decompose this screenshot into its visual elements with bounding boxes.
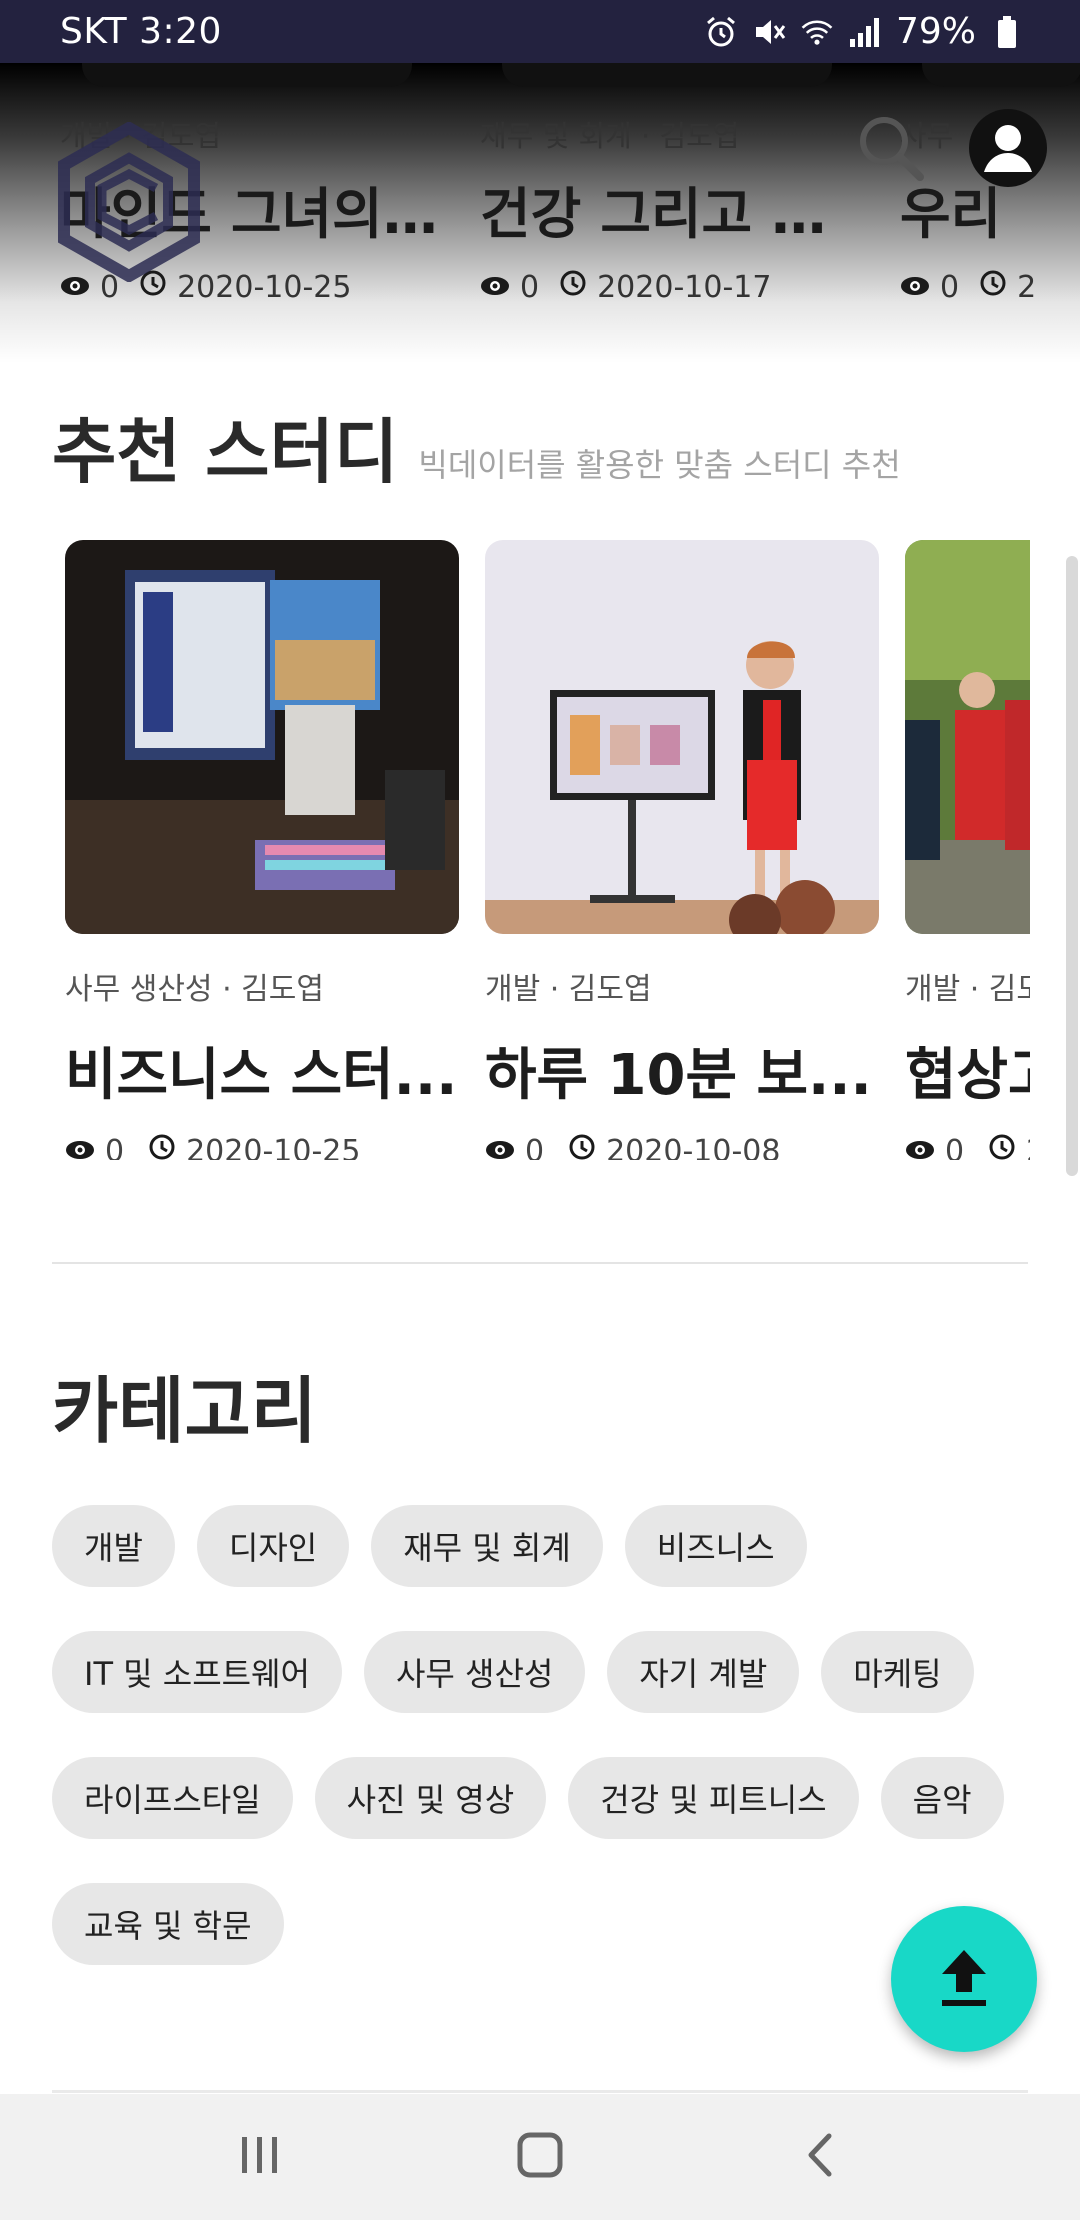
view-count: 0 bbox=[520, 269, 540, 305]
top-card[interactable]: 재무 및 회계 · 김도엽 건강 그리고 맛... 0 2020-10-17 bbox=[480, 63, 870, 305]
mute-icon bbox=[752, 15, 786, 49]
card-date: 2020-10-25 bbox=[177, 269, 352, 305]
recommended-header: 추천 스터디 빅데이터를 활용한 맞춤 스터디 추천 bbox=[52, 396, 901, 497]
search-icon[interactable] bbox=[855, 112, 927, 184]
eye-icon bbox=[480, 270, 510, 305]
card-thumbnail bbox=[82, 63, 412, 87]
study-card[interactable]: 개발 · 김도엽 협상고 0 2 bbox=[905, 540, 1030, 1160]
section-title: 추천 스터디 bbox=[52, 411, 399, 493]
section-subtitle: 빅데이터를 활용한 맞춤 스터디 추천 bbox=[418, 446, 901, 484]
back-icon bbox=[805, 2132, 835, 2182]
card-thumbnail bbox=[485, 540, 879, 934]
card-title: 비즈니스 스터... bbox=[65, 1043, 458, 1108]
category-chip[interactable]: 비즈니스 bbox=[624, 1505, 807, 1587]
clock-icon bbox=[979, 269, 1007, 305]
category-chip-list: 개발 디자인 재무 및 회계 비즈니스 IT 및 소프트웨어 사무 생산성 자기… bbox=[52, 1505, 1042, 1965]
bottom-divider bbox=[52, 2090, 1028, 2093]
card-meta: 개발 · 김도엽 bbox=[485, 972, 652, 1007]
eye-icon bbox=[65, 1134, 95, 1161]
category-chip[interactable]: 음악 bbox=[880, 1757, 1004, 1839]
card-stats: 0 2020-10-17 bbox=[480, 269, 870, 305]
back-button[interactable] bbox=[780, 2117, 860, 2197]
card-stats: 0 2020-10-25 bbox=[65, 1133, 459, 1160]
section-divider bbox=[52, 1262, 1028, 1264]
profile-icon[interactable] bbox=[968, 108, 1048, 188]
card-thumbnail bbox=[922, 63, 1080, 87]
card-title: 협상고 bbox=[905, 1043, 1030, 1108]
view-count: 0 bbox=[105, 1133, 125, 1161]
card-thumbnail bbox=[905, 540, 1030, 934]
view-count: 0 bbox=[525, 1133, 545, 1161]
card-date: 2020-10-25 bbox=[186, 1133, 361, 1161]
card-stats: 0 2 bbox=[900, 269, 1080, 305]
battery-icon bbox=[990, 15, 1024, 49]
scroll-to-top-button[interactable] bbox=[891, 1906, 1037, 2052]
category-chip[interactable]: 건강 및 피트니스 bbox=[568, 1757, 859, 1839]
card-stats: 0 2020-10-08 bbox=[485, 1133, 879, 1160]
recent-apps-button[interactable] bbox=[220, 2117, 300, 2197]
card-date: 2020-10-17 bbox=[597, 269, 772, 305]
upload-arrow-icon bbox=[934, 1944, 994, 2014]
app-logo[interactable] bbox=[56, 121, 202, 283]
category-chip[interactable]: 교육 및 학문 bbox=[52, 1883, 284, 1965]
study-card[interactable]: 개발 · 김도엽 하루 10분 보... 0 2020-10-08 bbox=[485, 540, 879, 1160]
scrollbar[interactable] bbox=[1066, 556, 1078, 1176]
clock-icon bbox=[148, 1133, 176, 1160]
category-chip[interactable]: 재무 및 회계 bbox=[371, 1505, 603, 1587]
card-title: 건강 그리고 맛... bbox=[480, 182, 870, 246]
wifi-icon bbox=[800, 15, 834, 49]
eye-icon bbox=[900, 270, 930, 305]
card-date: 2 bbox=[1026, 1134, 1030, 1161]
home-button[interactable] bbox=[500, 2117, 580, 2197]
card-date: 2 bbox=[1017, 269, 1037, 305]
recommended-carousel[interactable]: 사무 생산성 · 김도엽 비즈니스 스터... 0 2020-10-25 개발 … bbox=[0, 540, 1030, 1160]
category-chip[interactable]: 라이프스타일 bbox=[52, 1757, 293, 1839]
category-chip[interactable]: 개발 bbox=[52, 1505, 175, 1587]
category-chip[interactable]: 디자인 bbox=[196, 1505, 350, 1587]
signal-icon bbox=[848, 15, 882, 49]
eye-icon bbox=[485, 1134, 515, 1161]
card-meta: 개발 · 김도엽 bbox=[905, 972, 1030, 1007]
carrier-time: SKT 3:20 bbox=[60, 11, 222, 52]
category-chip[interactable]: 자기 계발 bbox=[607, 1631, 800, 1713]
category-chip[interactable]: 사진 및 영상 bbox=[314, 1757, 547, 1839]
clock-icon bbox=[988, 1133, 1016, 1160]
status-icons: 79% bbox=[704, 11, 1024, 52]
status-bar: SKT 3:20 79% bbox=[0, 0, 1080, 63]
card-thumbnail bbox=[502, 63, 832, 87]
study-card[interactable]: 사무 생산성 · 김도엽 비즈니스 스터... 0 2020-10-25 bbox=[65, 540, 459, 1160]
card-meta: 사무 생산성 · 김도엽 bbox=[65, 972, 324, 1007]
category-chip[interactable]: 사무 생산성 bbox=[363, 1631, 586, 1713]
clock-icon bbox=[568, 1133, 596, 1160]
eye-icon bbox=[905, 1134, 935, 1161]
alarm-icon bbox=[704, 15, 738, 49]
categories-title: 카테고리 bbox=[52, 1369, 317, 1453]
clock-icon bbox=[559, 269, 587, 305]
card-title: 하루 10분 보... bbox=[485, 1043, 872, 1108]
view-count: 0 bbox=[945, 1133, 965, 1161]
category-chip[interactable]: 마케팅 bbox=[821, 1631, 974, 1713]
recent-apps-icon bbox=[238, 2135, 282, 2179]
card-meta: 재무 및 회계 · 김도엽 bbox=[480, 119, 740, 153]
card-stats: 0 2 bbox=[905, 1133, 1030, 1160]
battery-percent: 79% bbox=[895, 11, 976, 52]
home-icon bbox=[517, 2132, 563, 2182]
card-thumbnail bbox=[65, 540, 459, 934]
view-count: 0 bbox=[940, 269, 960, 305]
category-chip[interactable]: IT 및 소프트웨어 bbox=[52, 1631, 342, 1713]
card-date: 2020-10-08 bbox=[606, 1133, 781, 1161]
system-nav-bar bbox=[0, 2094, 1080, 2220]
